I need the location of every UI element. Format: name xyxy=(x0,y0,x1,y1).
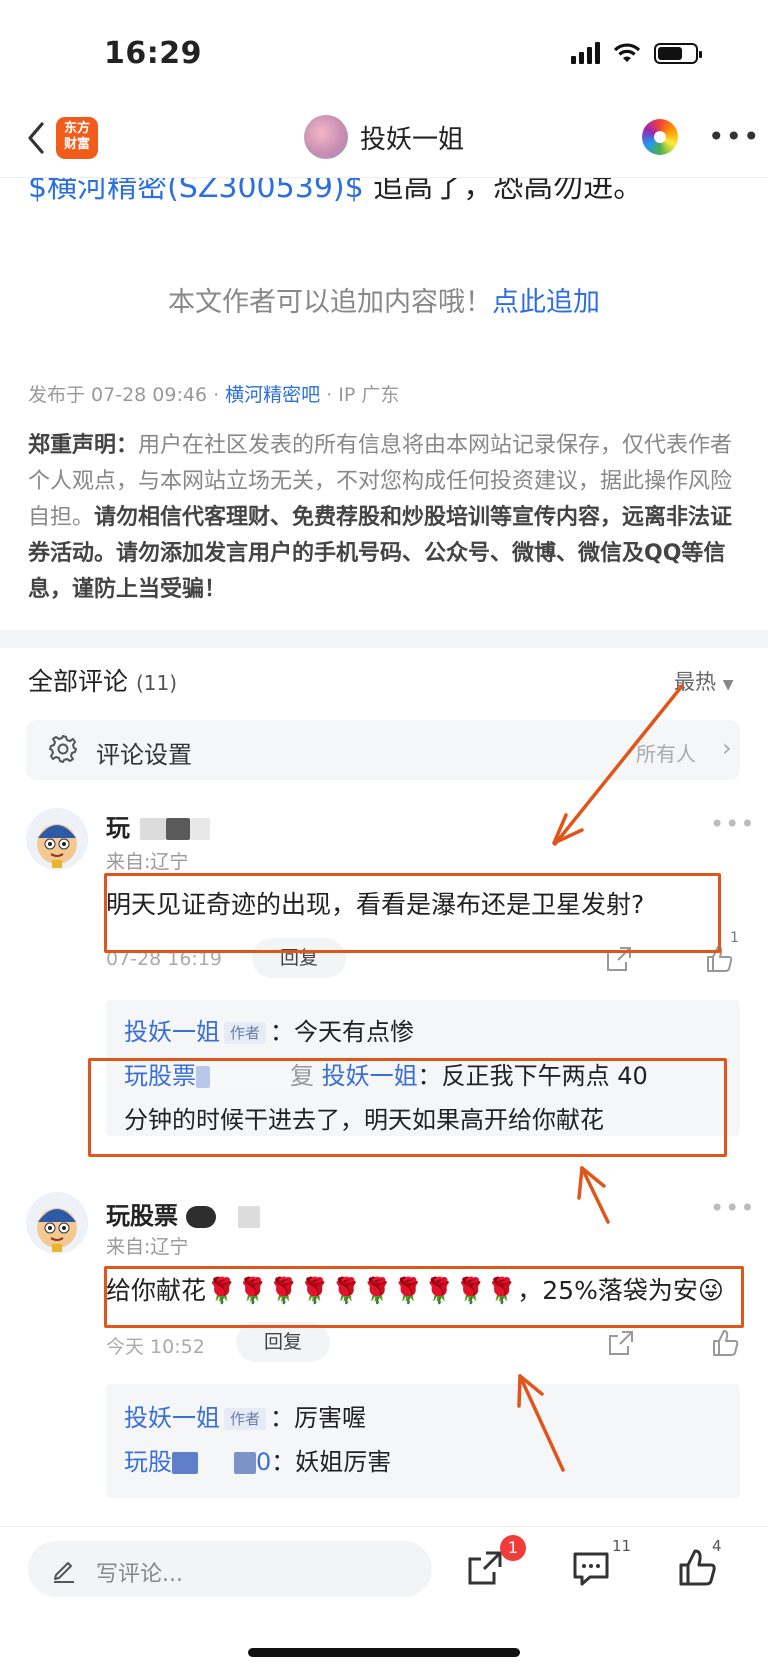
bar-link[interactable]: 横河精密吧 xyxy=(225,384,320,406)
avatar[interactable] xyxy=(26,808,88,870)
author-tag: 作者 xyxy=(224,1408,267,1430)
append-prompt: 本文作者可以追加内容哦！点此追加 xyxy=(168,287,600,318)
write-comment-input[interactable]: 写评论... xyxy=(28,1541,432,1597)
reply-button[interactable]: 回复 xyxy=(236,1322,331,1362)
highlight-box xyxy=(104,1266,744,1328)
reply-item: 投妖一姐 作者 ：今天有点惨 xyxy=(124,1018,415,1046)
author-avatar[interactable] xyxy=(304,115,348,159)
comments-count: (11) xyxy=(135,671,178,695)
comment-location: 来自:辽宁 xyxy=(106,1236,189,1258)
cartoon-avatar-icon xyxy=(37,824,77,868)
nav-bar: 东方 财富 投妖一姐 ••• xyxy=(0,108,768,178)
reply-box: 投妖一姐 作者 ：厉害喔 玩股 0：妖姐厉害 xyxy=(106,1384,740,1498)
chevron-right-icon: › xyxy=(722,734,732,762)
avatar[interactable] xyxy=(26,1192,88,1254)
like-count: 4 xyxy=(712,1537,722,1555)
cartoon-avatar-icon xyxy=(37,1208,77,1252)
like-icon[interactable] xyxy=(710,1328,740,1358)
comment-count: 11 xyxy=(612,1537,632,1555)
share-badge: 1 xyxy=(500,1535,526,1561)
highlight-box xyxy=(88,1058,727,1157)
share-icon[interactable] xyxy=(606,1328,636,1358)
highlight-box xyxy=(104,873,721,953)
write-comment-placeholder: 写评论... xyxy=(96,1562,183,1587)
arrow-annotation xyxy=(580,1166,610,1224)
comment-settings-label: 评论设置 xyxy=(96,741,192,769)
author-tag: 作者 xyxy=(224,1022,267,1044)
pen-icon xyxy=(54,1562,74,1583)
status-time: 16:29 xyxy=(104,36,202,71)
signal-icon xyxy=(571,42,600,64)
comment-username[interactable]: 玩股票 xyxy=(106,1196,261,1231)
wifi-icon xyxy=(613,43,641,62)
comment-location: 来自:辽宁 xyxy=(106,851,189,873)
home-indicator xyxy=(248,1648,520,1657)
publish-meta: 发布于 07-28 09:46 · 横河精密吧 · IP 广东 xyxy=(28,384,400,406)
status-icons xyxy=(571,42,702,64)
comment-username[interactable]: 玩 xyxy=(106,808,211,843)
arrow-head xyxy=(552,813,584,845)
disclaimer-label: 郑重声明： xyxy=(28,433,139,458)
reply-item: 玩股 0：妖姐厉害 xyxy=(124,1448,392,1476)
bottom-bar: 写评论... 1 11 4 xyxy=(0,1526,768,1610)
battery-icon xyxy=(654,42,702,64)
blurred-name xyxy=(186,1206,217,1228)
sort-dropdown[interactable]: 最热 ▼ xyxy=(674,666,733,696)
author-name: 投妖一姐 xyxy=(360,124,465,155)
disclaimer: 郑重声明：用户在社区发表的所有信息将由本网站记录保存，仅代表作者个人观点，与本网… xyxy=(28,433,733,602)
comment-icon[interactable] xyxy=(570,1547,612,1589)
arrow-head xyxy=(577,1166,606,1200)
blurred-name xyxy=(140,818,167,840)
more-icon[interactable]: ••• xyxy=(708,120,761,153)
reply-item: 投妖一姐 作者 ：厉害喔 xyxy=(124,1404,367,1432)
status-bar: 16:29 xyxy=(0,0,768,108)
reply-user[interactable]: 投妖一姐 xyxy=(124,1404,220,1432)
append-link[interactable]: 点此追加 xyxy=(492,287,600,318)
share-icon[interactable] xyxy=(464,1547,506,1589)
reply-user[interactable]: 玩股 xyxy=(124,1448,172,1476)
comment-more-icon[interactable]: ••• xyxy=(710,810,755,838)
comments-header: 全部评论 (11) xyxy=(28,667,178,696)
author-header[interactable]: 投妖一姐 xyxy=(304,115,464,159)
app-logo[interactable]: 东方 财富 xyxy=(56,117,98,159)
color-wheel-icon[interactable] xyxy=(642,119,678,155)
reply-user[interactable]: 投妖一姐 xyxy=(124,1018,220,1046)
comment-more-icon[interactable]: ••• xyxy=(710,1194,755,1222)
section-divider xyxy=(0,630,768,648)
comment-settings-row[interactable]: 评论设置 所有人 › xyxy=(26,720,740,780)
comment-settings-value: 所有人 xyxy=(636,742,696,766)
caret-down-icon: ▼ xyxy=(722,677,734,693)
comment-time: 今天 10:52 xyxy=(106,1336,205,1358)
gear-icon xyxy=(49,735,77,763)
like-count: 1 xyxy=(730,930,739,946)
